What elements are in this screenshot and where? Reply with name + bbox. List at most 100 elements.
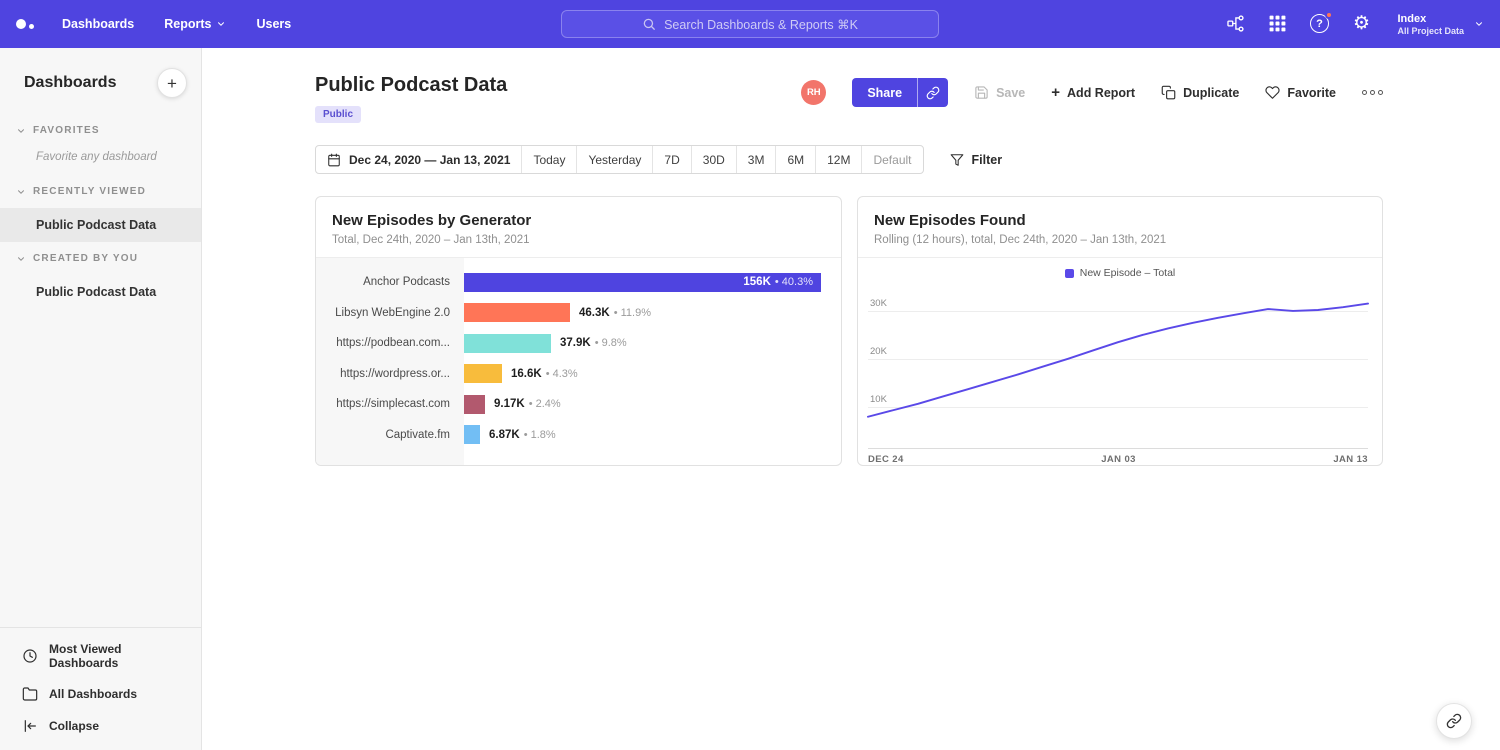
preset-12m[interactable]: 12M — [816, 146, 862, 173]
bar-row: 6.87K• 1.8% — [464, 420, 841, 451]
bar-value-label: 9.17K — [494, 398, 525, 410]
card-title: New Episodes Found — [874, 212, 1366, 229]
topbar: Dashboards Reports Users Search Dashboar… — [0, 0, 1500, 48]
section-favorites-label: FAVORITES — [33, 125, 100, 136]
legend-label: New Episode – Total — [1080, 267, 1176, 279]
bar-row: 37.9K• 9.8% — [464, 328, 841, 359]
logo-dot-small-icon — [29, 24, 34, 29]
nav-reports[interactable]: Reports — [164, 17, 226, 31]
line-series[interactable] — [868, 287, 1368, 448]
bar-value-label: 16.6K — [511, 368, 542, 380]
card-subtitle: Total, Dec 24th, 2020 – Jan 13th, 2021 — [332, 234, 825, 246]
preset-yesterday[interactable]: Yesterday — [577, 146, 653, 173]
chevron-down-icon — [16, 254, 26, 264]
dot-icon — [1378, 90, 1383, 95]
preset-7d[interactable]: 7D — [653, 146, 691, 173]
favorite-label: Favorite — [1287, 86, 1336, 100]
save-icon — [974, 85, 989, 100]
preset-6m[interactable]: 6M — [776, 146, 816, 173]
bar-row: 16.6K • 4.3% — [464, 359, 841, 390]
preset-today[interactable]: Today — [522, 146, 577, 173]
save-button[interactable]: Save — [974, 85, 1025, 100]
bar-category-label: https://wordpress.or... — [316, 359, 464, 390]
project-name: Index — [1397, 12, 1464, 26]
copy-icon — [1161, 85, 1176, 100]
bar-pct-label: • 9.8% — [595, 337, 627, 349]
chevron-down-icon — [16, 187, 26, 197]
project-subtitle: All Project Data — [1397, 26, 1464, 36]
section-created-by-you-label: CREATED BY YOU — [33, 253, 138, 264]
search-input[interactable]: Search Dashboards & Reports ⌘K — [561, 10, 939, 38]
dot-icon — [1370, 90, 1375, 95]
app-logo[interactable] — [16, 19, 34, 29]
bar-segment[interactable] — [464, 364, 502, 383]
x-axis-tick: JAN 13 — [1333, 454, 1368, 465]
duplicate-label: Duplicate — [1183, 86, 1239, 100]
chevron-down-icon — [216, 19, 226, 29]
main-content: Public Podcast Data Public RH Share Save… — [202, 48, 1500, 750]
x-axis-ticks: DEC 24JAN 03JAN 13 — [868, 454, 1368, 465]
notification-badge — [1325, 11, 1333, 19]
more-options-button[interactable] — [1362, 90, 1383, 95]
add-report-label: Add Report — [1067, 86, 1135, 100]
most-viewed-dashboards-label: Most Viewed Dashboards — [49, 642, 185, 670]
bar-segment[interactable] — [464, 425, 480, 444]
share-button[interactable]: Share — [852, 78, 917, 107]
bar-value-label: 46.3K — [579, 307, 610, 319]
add-dashboard-button[interactable]: + — [157, 68, 187, 98]
bar-segment[interactable] — [464, 395, 485, 414]
bar-segment[interactable] — [464, 303, 570, 322]
settings-gear-icon[interactable]: ⚙ — [1351, 14, 1371, 34]
card-new-episodes-by-generator: New Episodes by Generator Total, Dec 24t… — [315, 196, 842, 466]
help-icon[interactable]: ? — [1309, 14, 1329, 34]
add-report-button[interactable]: + Add Report — [1051, 85, 1135, 100]
favorite-button[interactable]: Favorite — [1265, 85, 1336, 100]
bar-segment[interactable]: 156K• 40.3% — [464, 273, 821, 292]
preset-default[interactable]: Default — [862, 146, 922, 173]
x-axis-tick: DEC 24 — [868, 454, 904, 465]
avatar[interactable]: RH — [801, 80, 826, 105]
link-icon — [926, 86, 940, 100]
collapse-sidebar-button[interactable]: Collapse — [0, 710, 201, 742]
line-plot[interactable]: 10K20K30K — [868, 287, 1368, 449]
most-viewed-dashboards-button[interactable]: Most Viewed Dashboards — [0, 634, 201, 678]
bar-value-label: 6.87K — [489, 429, 520, 441]
card-subtitle: Rolling (12 hours), total, Dec 24th, 202… — [874, 234, 1366, 246]
bar-category-label: https://simplecast.com — [316, 389, 464, 420]
copy-link-button[interactable] — [917, 78, 948, 107]
date-range-group: Dec 24, 2020 — Jan 13, 2021 Today Yester… — [315, 145, 924, 174]
filter-button[interactable]: Filter — [950, 153, 1003, 167]
public-badge: Public — [315, 106, 361, 123]
bar-pct-label: • 4.3% — [546, 368, 578, 380]
share-link-fab[interactable] — [1436, 703, 1472, 739]
nav-users[interactable]: Users — [256, 17, 291, 31]
bar-segment[interactable] — [464, 334, 551, 353]
chevron-down-icon — [1474, 19, 1484, 29]
sidebar-item-public-podcast-data[interactable]: Public Podcast Data — [0, 208, 201, 242]
card-title: New Episodes by Generator — [332, 212, 825, 229]
project-selector[interactable]: Index All Project Data — [1397, 12, 1484, 36]
nav-dashboards[interactable]: Dashboards — [62, 17, 134, 31]
bar-category-label: https://podbean.com... — [316, 328, 464, 359]
card-new-episodes-found: New Episodes Found Rolling (12 hours), t… — [857, 196, 1383, 466]
preset-30d[interactable]: 30D — [692, 146, 737, 173]
all-dashboards-button[interactable]: All Dashboards — [0, 678, 201, 710]
apps-grid-icon[interactable] — [1267, 14, 1287, 34]
topbar-nav: Dashboards Reports Users — [62, 17, 291, 31]
integrations-icon[interactable] — [1225, 14, 1245, 34]
date-range-picker[interactable]: Dec 24, 2020 — Jan 13, 2021 — [316, 146, 522, 173]
clock-icon — [22, 648, 38, 664]
sidebar-title: Dashboards — [24, 74, 116, 92]
bar-category-label: Captivate.fm — [316, 420, 464, 451]
bar-label-col: Anchor PodcastsLibsyn WebEngine 2.0https… — [316, 258, 464, 465]
duplicate-button[interactable]: Duplicate — [1161, 85, 1239, 100]
folder-icon — [22, 686, 38, 702]
logo-dot-icon — [16, 19, 26, 29]
section-favorites[interactable]: FAVORITES — [0, 114, 201, 147]
preset-3m[interactable]: 3M — [737, 146, 777, 173]
section-created-by-you[interactable]: CREATED BY YOU — [0, 242, 201, 275]
bar-value-label: 156K — [743, 276, 771, 288]
filter-funnel-icon — [950, 153, 964, 167]
section-recently-viewed[interactable]: RECENTLY VIEWED — [0, 175, 201, 208]
sidebar-item-public-podcast-data-2[interactable]: Public Podcast Data — [0, 275, 201, 309]
